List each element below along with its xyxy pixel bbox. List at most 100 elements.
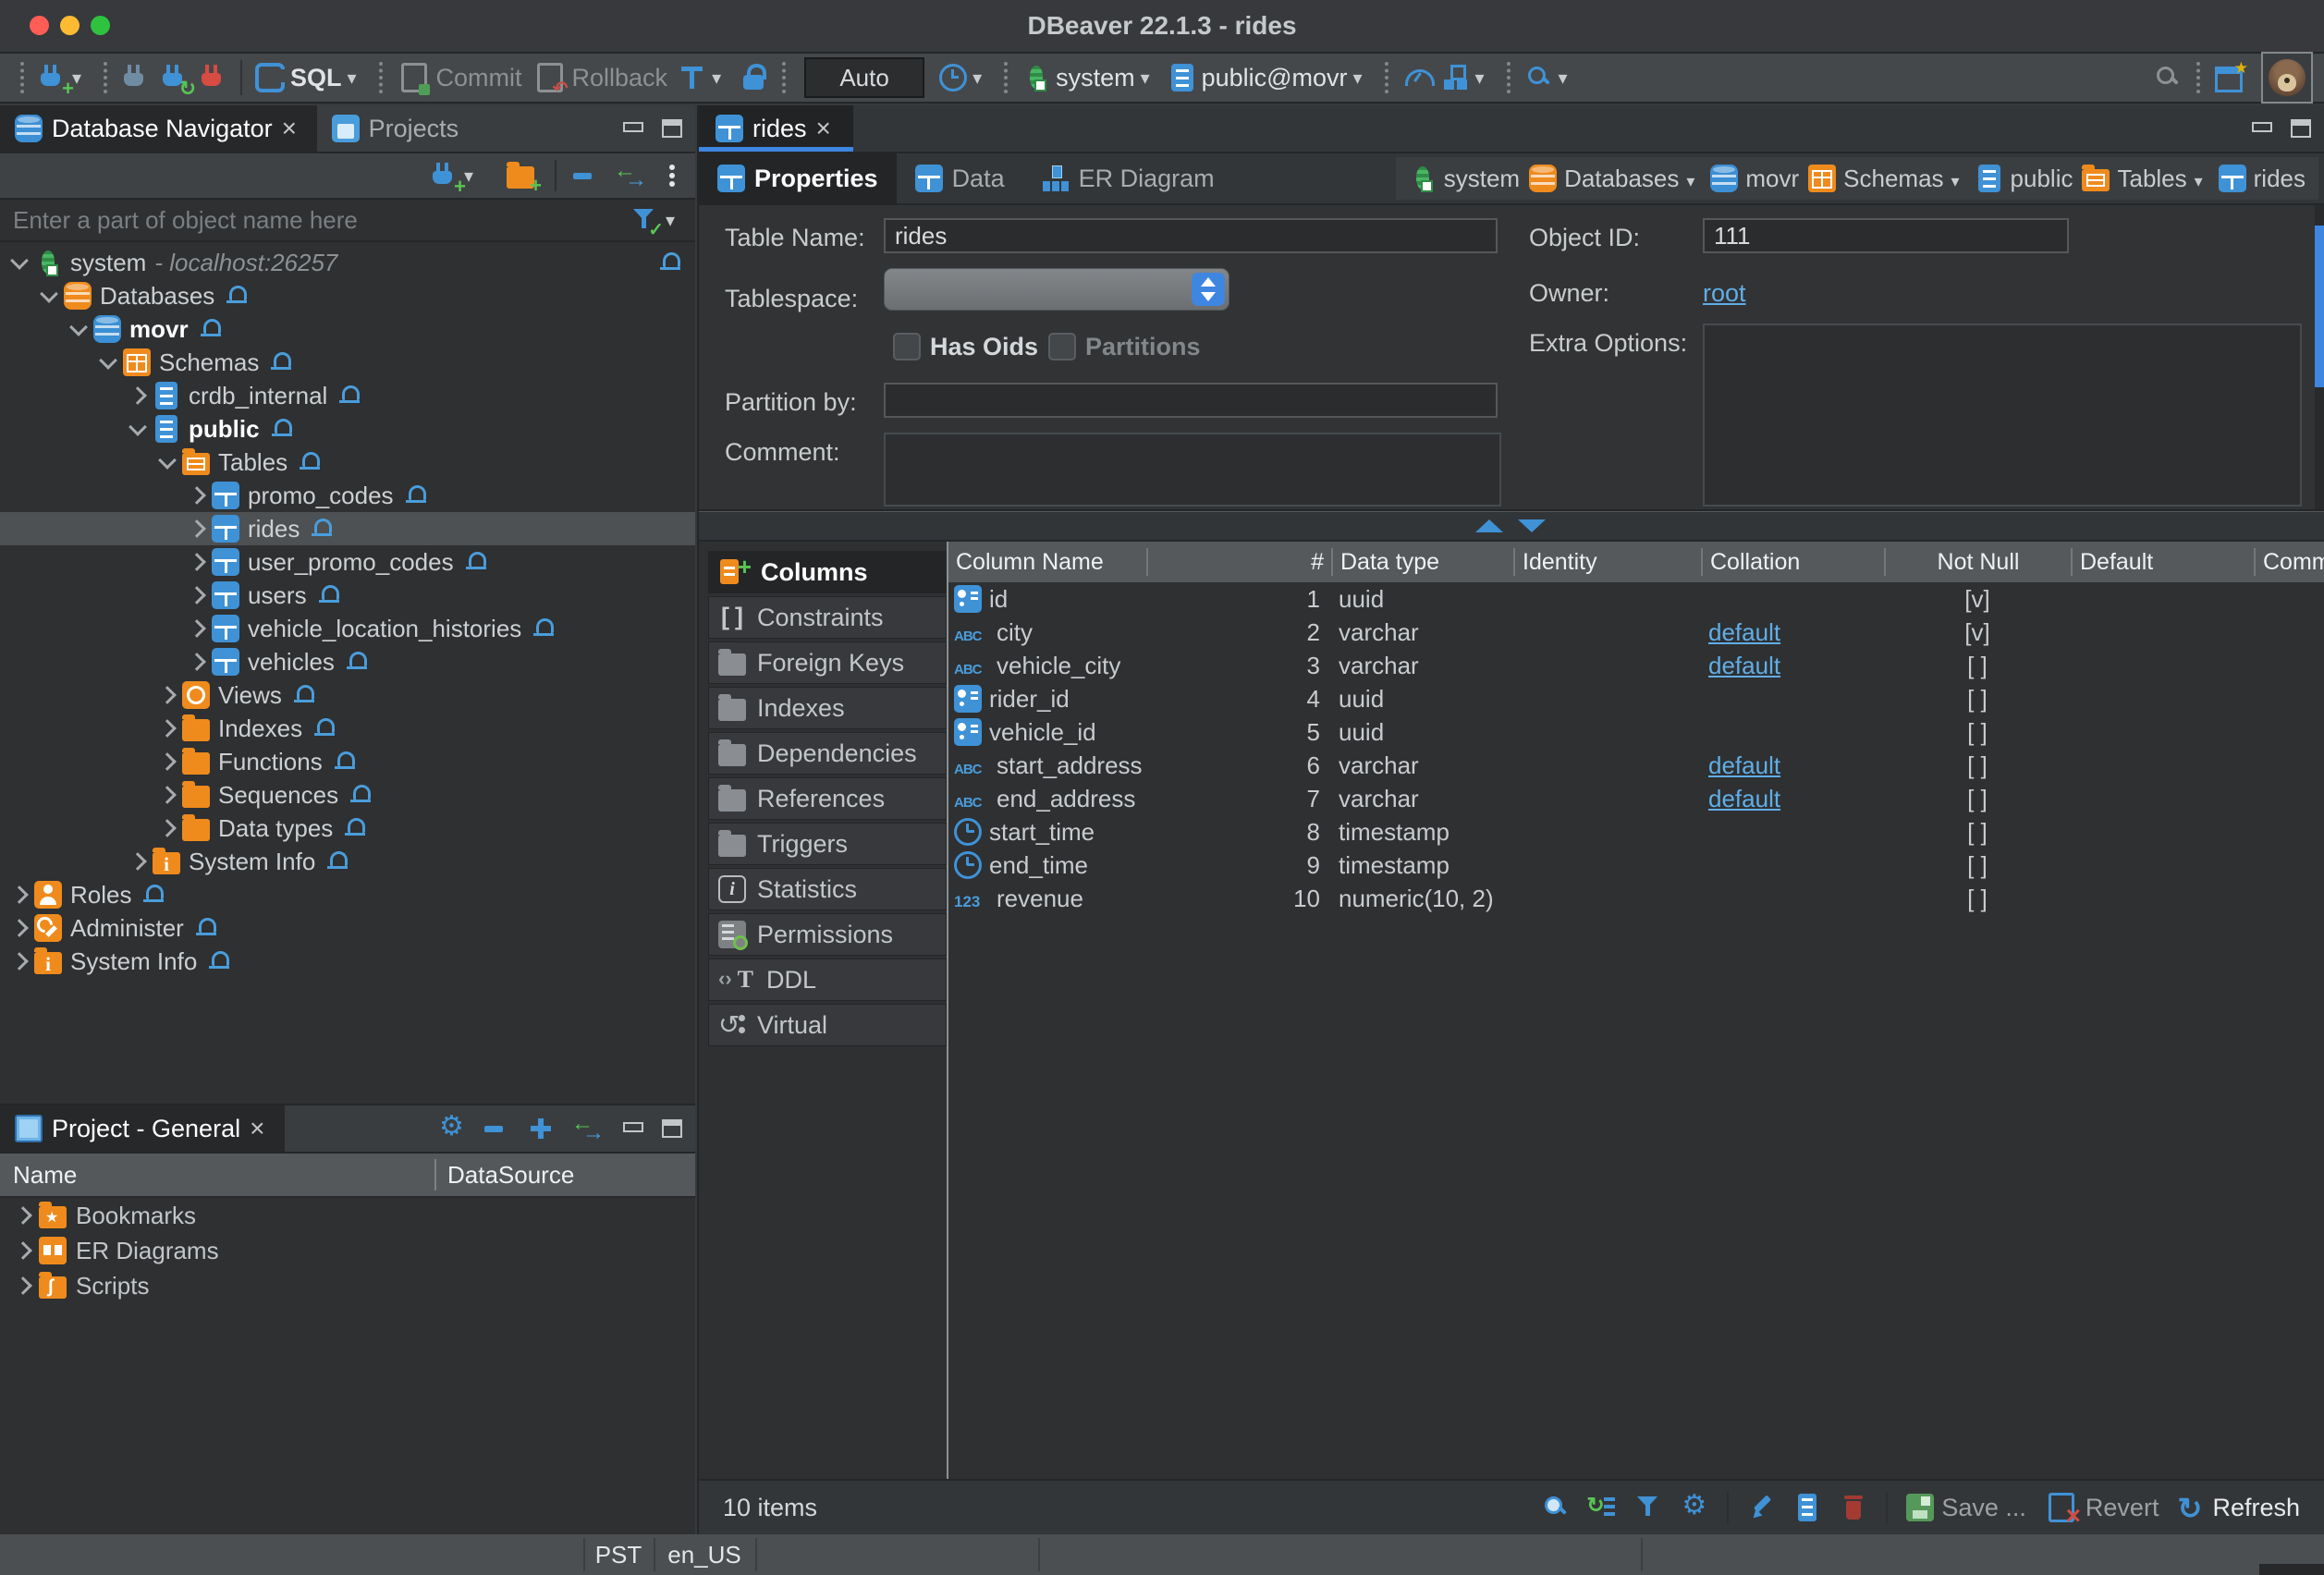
toolbar-drag-handle[interactable] xyxy=(379,62,383,93)
tree-item[interactable]: Databases xyxy=(0,279,695,312)
maximize-panel-icon[interactable] xyxy=(2289,117,2311,140)
breadcrumb-item[interactable]: movr xyxy=(1710,165,1799,193)
object-editor-tab[interactable]: Permissions xyxy=(708,913,947,956)
object-editor-tab[interactable]: DDL xyxy=(708,958,947,1001)
minimize-panel-icon[interactable] xyxy=(621,120,643,137)
expander-icon[interactable] xyxy=(158,719,177,738)
expander-icon[interactable] xyxy=(128,418,147,436)
expander-icon[interactable] xyxy=(128,852,147,871)
cell-collation[interactable]: default xyxy=(1701,652,1884,680)
list-item[interactable]: Bookmarks xyxy=(0,1198,695,1233)
object-editor-tab[interactable]: Statistics xyxy=(708,868,947,910)
chevron-down-icon[interactable] xyxy=(1559,67,1575,90)
minimize-panel-icon[interactable] xyxy=(621,1120,643,1137)
sql-editor-button[interactable]: SQL xyxy=(250,57,370,98)
table-row[interactable]: vehicle_city 3 varchar default [ ] xyxy=(948,649,2324,682)
expander-icon[interactable] xyxy=(158,786,177,804)
cell-not-null[interactable]: [ ] xyxy=(1884,885,2071,913)
chevron-down-icon[interactable] xyxy=(348,67,364,90)
breadcrumb-item[interactable]: rides xyxy=(2219,165,2306,193)
cell-column-name[interactable]: end_address xyxy=(948,785,961,813)
new-connection-button[interactable]: + xyxy=(33,57,94,98)
toolbar-drag-handle[interactable] xyxy=(104,62,107,93)
filter-icon[interactable] xyxy=(630,206,658,234)
column-header-name[interactable]: Name xyxy=(0,1161,434,1190)
expander-icon[interactable] xyxy=(158,451,177,470)
column-config-icon[interactable] xyxy=(1798,1494,1816,1521)
locale-indicator[interactable]: en_US xyxy=(654,1534,755,1575)
cell-ordinal[interactable]: 7 xyxy=(1146,785,1331,813)
maximize-panel-icon[interactable] xyxy=(660,117,682,140)
toolbar-drag-handle[interactable] xyxy=(1385,62,1388,93)
expander-icon[interactable] xyxy=(158,819,177,837)
cell-ordinal[interactable]: 2 xyxy=(1146,618,1331,647)
collapse-up-icon[interactable] xyxy=(1475,519,1503,532)
tree-item[interactable]: Functions xyxy=(0,745,695,778)
cell-ordinal[interactable]: 1 xyxy=(1146,585,1331,614)
cell-not-null[interactable]: [ ] xyxy=(1884,685,2071,714)
cell-column-name[interactable]: start_time xyxy=(948,818,961,847)
table-row[interactable]: vehicle_id 5 uuid [ ] xyxy=(948,715,2324,749)
link-with-editor-icon[interactable] xyxy=(614,162,647,189)
tree-item[interactable]: Schemas xyxy=(0,346,695,379)
cell-column-name[interactable]: city xyxy=(948,618,961,647)
cell-not-null[interactable]: [ ] xyxy=(1884,751,2071,780)
chevron-down-icon[interactable] xyxy=(1141,67,1157,90)
column-header-datasource[interactable]: DataSource xyxy=(434,1159,695,1190)
editor-subtab[interactable]: Properties xyxy=(699,153,897,203)
cell-data-type[interactable]: timestamp xyxy=(1331,818,1513,847)
chevron-down-icon[interactable] xyxy=(1475,67,1492,90)
lock-button[interactable] xyxy=(734,57,773,98)
dashboard-button[interactable] xyxy=(1398,57,1437,98)
tree-item[interactable]: Tables xyxy=(0,446,695,479)
cell-ordinal[interactable]: 10 xyxy=(1146,885,1331,913)
chevron-down-icon[interactable] xyxy=(1353,67,1370,90)
expander-icon[interactable] xyxy=(128,386,147,405)
splitter[interactable] xyxy=(699,511,2324,542)
chevron-down-icon[interactable] xyxy=(1686,165,1701,193)
partitions-checkbox[interactable] xyxy=(1048,333,1076,360)
tab-rides[interactable]: rides xyxy=(699,105,853,152)
cell-ordinal[interactable]: 6 xyxy=(1146,751,1331,780)
object-editor-tab[interactable]: Triggers xyxy=(708,823,947,865)
commit-button[interactable]: Commit xyxy=(392,57,528,98)
expander-icon[interactable] xyxy=(188,519,206,538)
transaction-log-button[interactable] xyxy=(673,57,734,98)
active-connection-select[interactable]: system xyxy=(1017,57,1163,98)
close-icon[interactable] xyxy=(282,114,302,143)
table-row[interactable]: start_time 8 timestamp [ ] xyxy=(948,815,2324,849)
expander-icon[interactable] xyxy=(188,653,206,671)
table-row[interactable]: rider_id 4 uuid [ ] xyxy=(948,682,2324,715)
object-id-input[interactable]: 111 xyxy=(1703,218,2069,253)
chevron-down-icon[interactable] xyxy=(2195,165,2209,193)
cell-not-null[interactable]: [ ] xyxy=(1884,851,2071,880)
expander-icon[interactable] xyxy=(10,952,29,971)
expander-icon[interactable] xyxy=(10,919,29,937)
table-row[interactable]: end_time 9 timestamp [ ] xyxy=(948,849,2324,882)
cell-data-type[interactable]: varchar xyxy=(1331,751,1513,780)
toolbar-drag-handle[interactable] xyxy=(2196,62,2200,93)
active-schema-select[interactable]: public@movr xyxy=(1163,57,1376,98)
tree-item[interactable]: Administer xyxy=(0,911,695,945)
save-button[interactable]: Save ... xyxy=(1906,1494,2026,1522)
edit-icon[interactable] xyxy=(1747,1494,1775,1521)
open-perspective-button[interactable] xyxy=(2209,57,2248,98)
column-header[interactable]: Identity xyxy=(1513,548,1701,576)
object-filter-input[interactable] xyxy=(13,206,623,235)
cell-column-name[interactable]: id xyxy=(948,585,961,614)
new-folder-button[interactable]: + xyxy=(501,155,540,196)
cell-column-name[interactable]: revenue xyxy=(948,885,961,913)
maximize-panel-icon[interactable] xyxy=(660,1117,682,1140)
tree-item[interactable]: Views xyxy=(0,678,695,712)
chevron-down-icon[interactable] xyxy=(666,209,682,232)
cell-column-name[interactable]: end_time xyxy=(948,851,961,880)
column-header[interactable]: Default xyxy=(2071,548,2254,576)
tasks-button[interactable] xyxy=(1437,57,1498,98)
table-row[interactable]: id 1 uuid [v] xyxy=(948,582,2324,616)
expander-icon[interactable] xyxy=(158,686,177,704)
expander-icon[interactable] xyxy=(158,752,177,771)
expander-icon[interactable] xyxy=(10,251,29,270)
table-row[interactable]: end_address 7 varchar default [ ] xyxy=(948,782,2324,815)
cell-column-name[interactable]: vehicle_city xyxy=(948,652,961,680)
breadcrumb-item[interactable]: Databases xyxy=(1529,165,1701,193)
